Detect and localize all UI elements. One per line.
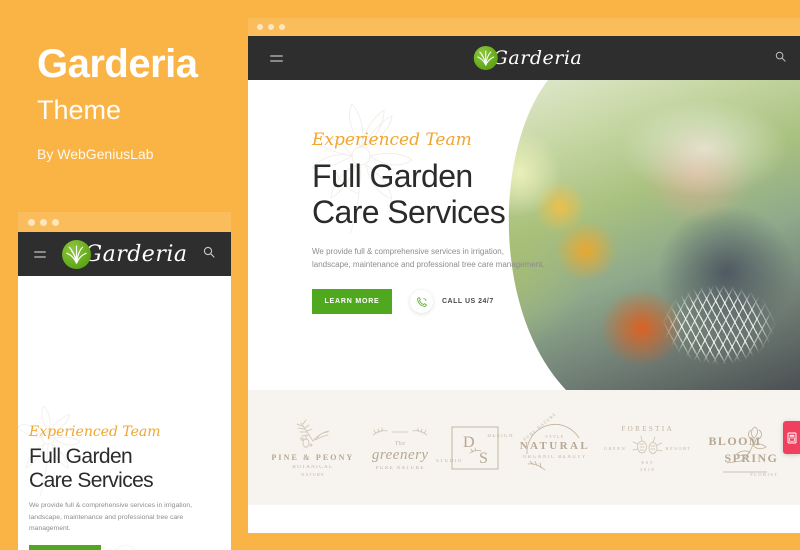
window-dot-close[interactable]: [257, 24, 263, 30]
partner-logo-pretitle: STYLE: [545, 433, 565, 439]
leaf-sprig-icon: [372, 427, 428, 435]
window-dot-maximize[interactable]: [52, 218, 59, 226]
hero-heading-line2: Care Services: [312, 193, 506, 230]
hero-copy: Experienced Team Full Garden Care Servic…: [29, 424, 219, 550]
hero-cta-row: LEARN MORE CALL US 24/7: [312, 289, 612, 315]
partner-logo-design-studio[interactable]: D S DESIGN STUDIO: [436, 423, 513, 473]
hero-kicker: Experienced Team: [29, 424, 161, 440]
partner-logo-name2: SPRING: [724, 450, 779, 465]
pinecone-icon: [632, 435, 663, 454]
promo-author: By WebGeniusLab: [37, 146, 154, 162]
pine-branch-icon: [296, 419, 330, 448]
partner-logo-name: greenery: [371, 446, 429, 463]
template-badge[interactable]: [783, 421, 800, 454]
call-us-action[interactable]: [115, 545, 136, 550]
call-us-label: CALL US 24/7: [442, 298, 494, 306]
learn-more-button[interactable]: LEARN MORE: [312, 289, 392, 315]
partner-logo-sub: FLORIST: [750, 471, 779, 477]
mobile-hero: Experienced Team Full Garden Care Servic…: [18, 276, 231, 550]
promo-panel: Garderia Theme By WebGeniusLab: [37, 44, 247, 161]
hero-heading-line2: Care Services: [29, 468, 154, 492]
phone-icon: [115, 545, 136, 550]
partner-logo-name: PINE & PEONY: [271, 452, 355, 462]
hero-heading-line1: Full Garden: [29, 445, 133, 468]
desktop-logo[interactable]: Garderia: [473, 46, 583, 70]
hero-lead-line1: We provide full & comprehensive services…: [29, 502, 193, 510]
partner-logo-greenery[interactable]: The greenery PURE NATURE: [369, 425, 431, 471]
search-icon[interactable]: [775, 49, 786, 67]
green-leaf-logo-icon: [61, 239, 91, 269]
hamburger-menu-icon[interactable]: [270, 54, 283, 62]
logo-text: Garderia: [84, 241, 188, 267]
window-dot-minimize[interactable]: [40, 218, 47, 226]
promo-subtitle: Theme: [37, 95, 122, 125]
svg-text:S: S: [479, 450, 488, 467]
page-title: Garderia: [37, 42, 198, 86]
partner-logo-right-word: RESORT: [665, 445, 692, 451]
desktop-hero: Experienced Team Full Garden Care Servic…: [248, 80, 800, 390]
partner-logo-pine-peony[interactable]: PINE & PEONY BOTANICAL NATURE: [271, 419, 354, 477]
arc-leaf-icon: [526, 423, 580, 470]
partner-logo-sub: PURE NATURE: [375, 465, 425, 471]
hero-kicker: Experienced Team: [312, 130, 472, 150]
partner-logo-tiny: NATURE: [300, 471, 325, 477]
hero-lead-line2: landscape, maintenance and professional …: [312, 260, 545, 270]
learn-more-button[interactable]: LEARN MORE: [29, 545, 101, 550]
svg-text:D: D: [463, 434, 475, 451]
call-us-action[interactable]: CALL US 24/7: [410, 290, 494, 314]
hero-lead-line2: landscape, maintenance and professional …: [29, 513, 184, 521]
phone-icon: [410, 290, 433, 314]
window-dot-maximize[interactable]: [279, 24, 285, 30]
partner-logo-bloom-spring[interactable]: BLOOM SPRING FLORIST: [707, 419, 785, 477]
partner-logo-est: EST: [641, 459, 654, 465]
hero-heading-line1: Full Garden: [312, 158, 473, 194]
mobile-browser-mockup: Garderia Experienced Team Full Garden Ca…: [18, 212, 231, 550]
partner-logo-left-word: GREEN: [603, 445, 627, 451]
hero-lead-line1: We provide full & comprehensive services…: [312, 246, 504, 256]
partner-logo-strip: PINE & PEONY BOTANICAL NATURE The greene…: [248, 390, 800, 505]
partner-logo-sub: BOTANICAL: [292, 464, 334, 470]
desktop-site-header: Garderia: [248, 36, 800, 80]
hero-cta-row: LEARN MORE: [29, 545, 219, 550]
hamburger-menu-icon[interactable]: [34, 250, 46, 258]
partner-logo-name: FORESTIA: [621, 424, 675, 433]
partner-logo-sub: DESIGN: [487, 433, 515, 439]
logo-text: Garderia: [492, 47, 583, 69]
partner-logo-sub: ORGANIC BEAUTY: [522, 454, 587, 460]
mobile-logo[interactable]: Garderia: [61, 239, 188, 269]
window-dot-close[interactable]: [28, 218, 35, 226]
search-icon[interactable]: [203, 245, 215, 263]
hero-lead-line3: management.: [29, 525, 71, 533]
frame-monogram-icon: D S: [451, 426, 499, 469]
window-dot-minimize[interactable]: [268, 24, 274, 30]
desktop-browser-mockup: Garderia Experienced Team Full Garden Ca…: [248, 18, 800, 533]
mobile-window-titlebar: [18, 212, 231, 232]
green-leaf-logo-icon: [473, 46, 498, 70]
partner-logo-prefix: The: [394, 440, 406, 447]
partner-logo-year: 2018: [640, 466, 656, 472]
partner-logo-forestia[interactable]: FORESTIA EST 2018 GREEN RESORT: [604, 418, 692, 478]
partner-logo-name: BLOOM: [708, 433, 762, 448]
template-layout-icon: [787, 432, 796, 443]
partner-logo-tiny: STUDIO: [436, 458, 463, 464]
desktop-window-titlebar: [248, 18, 800, 36]
mobile-site-header: Garderia: [18, 232, 231, 276]
hero-copy: Experienced Team Full Garden Care Servic…: [312, 130, 612, 315]
partner-logo-natural[interactable]: STYLE NATURAL ORGANIC BEAUTY PURE NATURE: [520, 411, 589, 476]
